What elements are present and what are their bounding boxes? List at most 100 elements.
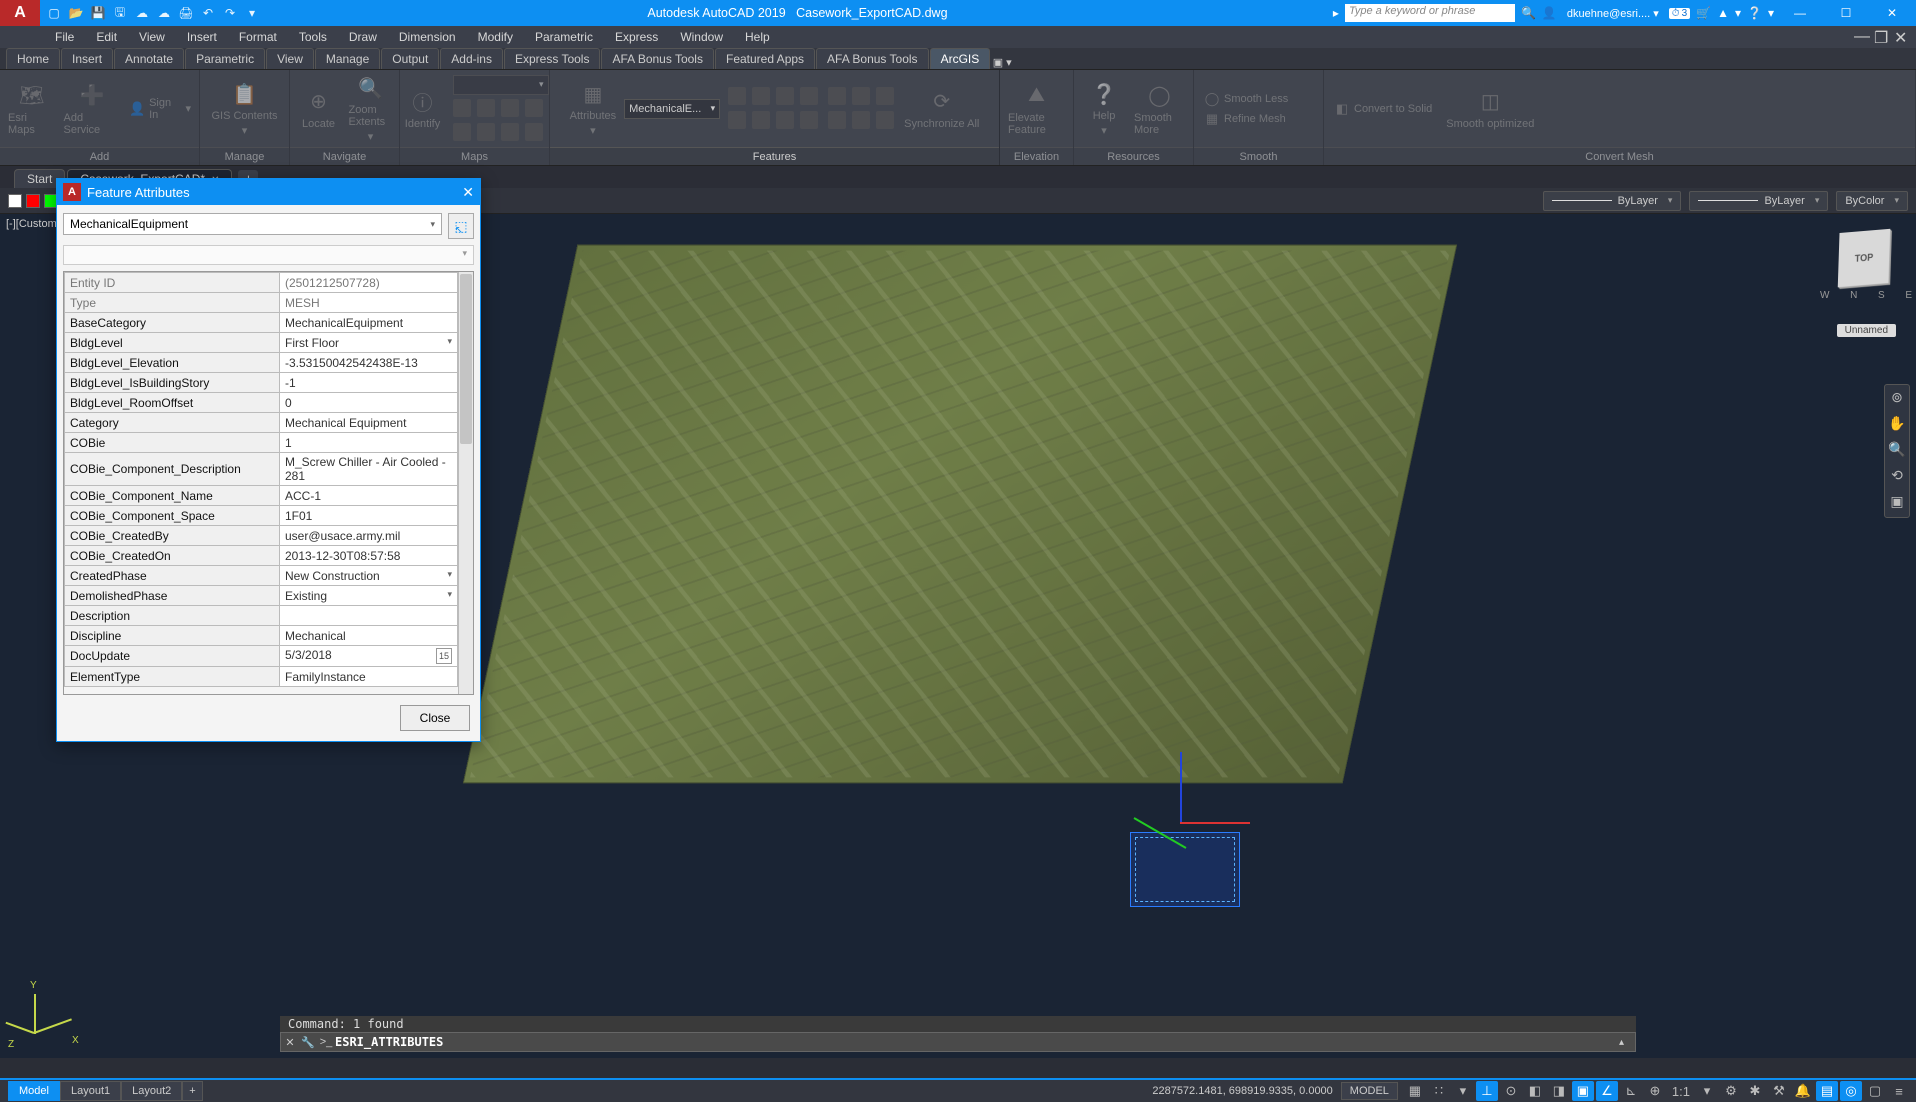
dialog-scrollbar[interactable] bbox=[458, 272, 473, 694]
attr-value[interactable]: 5/3/201815 bbox=[280, 646, 458, 667]
menu-dimension[interactable]: Dimension bbox=[389, 28, 466, 46]
map-tool-icon[interactable] bbox=[453, 123, 471, 141]
search-arrow-icon[interactable]: ▸ bbox=[1333, 6, 1339, 20]
menu-file[interactable]: File bbox=[45, 28, 84, 46]
window-close-button[interactable]: ✕ bbox=[1872, 0, 1912, 26]
attr-value[interactable]: Mechanical bbox=[280, 626, 458, 646]
tab-express[interactable]: Express Tools bbox=[504, 48, 600, 69]
chevron-down-icon[interactable]: ▾ bbox=[447, 569, 452, 580]
menu-express[interactable]: Express bbox=[605, 28, 668, 46]
feature-tool-icon[interactable] bbox=[828, 111, 846, 129]
menu-draw[interactable]: Draw bbox=[339, 28, 387, 46]
feature-layer-combo[interactable]: MechanicalE...▾ bbox=[624, 99, 720, 119]
viewport-label[interactable]: [-][Custom bbox=[6, 218, 57, 230]
dropdown-icon[interactable]: ▾ bbox=[1735, 6, 1741, 20]
command-input[interactable] bbox=[335, 1035, 1619, 1049]
feature-tool-icon[interactable] bbox=[800, 87, 818, 105]
pan-icon[interactable]: ✋ bbox=[1887, 415, 1907, 435]
dialog-titlebar[interactable]: A Feature Attributes ✕ bbox=[57, 179, 480, 205]
attr-value[interactable]: -1 bbox=[280, 373, 458, 393]
feature-tool-icon[interactable] bbox=[776, 111, 794, 129]
search-input[interactable]: Type a keyword or phrase bbox=[1345, 4, 1515, 22]
color-swatch[interactable] bbox=[8, 194, 22, 208]
attr-value[interactable]: -3.53150042542438E-13 bbox=[280, 353, 458, 373]
layout-tab-1[interactable]: Layout1 bbox=[60, 1081, 121, 1101]
tab-output[interactable]: Output bbox=[381, 48, 439, 69]
tab-view[interactable]: View bbox=[266, 48, 314, 69]
identify-button[interactable]: ⓘIdentify bbox=[401, 88, 445, 130]
attr-value[interactable]: 2013-12-30T08:57:58 bbox=[280, 546, 458, 566]
customize-icon[interactable]: ≡ bbox=[1888, 1081, 1910, 1101]
attr-value[interactable]: 1 bbox=[280, 433, 458, 453]
new-icon[interactable]: ▢ bbox=[46, 5, 62, 21]
selected-equipment[interactable] bbox=[1130, 832, 1240, 907]
navigation-bar[interactable]: ⊚ ✋ 🔍 ⟲ ▣ bbox=[1884, 384, 1910, 518]
menu-modify[interactable]: Modify bbox=[468, 28, 523, 46]
attribute-layer-combo[interactable]: MechanicalEquipment▾ bbox=[63, 213, 442, 235]
exchange-icon[interactable]: ▲ bbox=[1717, 6, 1729, 20]
menu-tools[interactable]: Tools bbox=[289, 28, 337, 46]
esri-maps-button[interactable]: 🗺Esri Maps bbox=[8, 82, 55, 136]
redo-icon[interactable]: ↷ bbox=[222, 5, 238, 21]
dialog-close-footer-button[interactable]: Close bbox=[400, 705, 470, 731]
gear-icon[interactable]: ⚙ bbox=[1720, 1081, 1742, 1101]
smooth-less-button[interactable]: ◯Smooth Less bbox=[1204, 91, 1288, 107]
map-tool-icon[interactable] bbox=[525, 99, 543, 117]
map-tool-icon[interactable] bbox=[453, 99, 471, 117]
attribute-grid[interactable]: Entity ID(2501212507728)TypeMESHBaseCate… bbox=[64, 272, 458, 694]
otrack-icon[interactable]: ∠ bbox=[1596, 1081, 1618, 1101]
print-icon[interactable]: 🖨 bbox=[178, 5, 194, 21]
zoom-icon[interactable]: 🔍 bbox=[1887, 441, 1907, 461]
command-line[interactable]: ✕ 🔧 >_ ▴ bbox=[280, 1032, 1636, 1052]
workspace-icon[interactable]: ⚒ bbox=[1768, 1081, 1790, 1101]
ribbon-toggle-button[interactable]: ▣ ▾ bbox=[991, 56, 1013, 69]
help-icon[interactable]: ❔ bbox=[1747, 6, 1762, 20]
isolate-icon[interactable]: ◎ bbox=[1840, 1081, 1862, 1101]
cloud-open-icon[interactable]: ☁ bbox=[134, 5, 150, 21]
feature-tool-icon[interactable] bbox=[852, 87, 870, 105]
feature-tool-icon[interactable] bbox=[752, 111, 770, 129]
help-dropdown-icon[interactable]: ▾ bbox=[1768, 6, 1774, 20]
feature-tool-icon[interactable] bbox=[752, 87, 770, 105]
menu-help[interactable]: Help bbox=[735, 28, 780, 46]
menu-format[interactable]: Format bbox=[229, 28, 287, 46]
maximize-button[interactable]: ☐ bbox=[1826, 0, 1866, 26]
elevate-button[interactable]: ⛰Elevate Feature bbox=[1008, 82, 1065, 136]
add-layout-button[interactable]: + bbox=[182, 1081, 202, 1101]
infer-icon[interactable]: ▾ bbox=[1452, 1081, 1474, 1101]
gis-contents-button[interactable]: 📋GIS Contents ▾ bbox=[211, 80, 277, 137]
tab-insert[interactable]: Insert bbox=[61, 48, 113, 69]
scale-dropdown-icon[interactable]: ▾ bbox=[1696, 1081, 1718, 1101]
monitor-icon[interactable]: 🔔 bbox=[1792, 1081, 1814, 1101]
attribute-filter-combo[interactable]: ▾ bbox=[63, 245, 474, 265]
orbit-icon[interactable]: ⟲ bbox=[1887, 467, 1907, 487]
user-menu[interactable]: dkuehne@esri.... ▾ bbox=[1563, 5, 1663, 22]
tab-afa2[interactable]: AFA Bonus Tools bbox=[816, 48, 929, 69]
cmd-customize-icon[interactable]: 🔧 bbox=[299, 1036, 317, 1049]
account-icon[interactable]: 👤 bbox=[1542, 6, 1557, 20]
feature-tool-icon[interactable] bbox=[800, 111, 818, 129]
ducs-icon[interactable]: ⊾ bbox=[1620, 1081, 1642, 1101]
feature-tool-icon[interactable] bbox=[852, 111, 870, 129]
doc-minimize-icon[interactable]: — bbox=[1854, 28, 1870, 44]
tab-parametric[interactable]: Parametric bbox=[185, 48, 265, 69]
doc-restore-icon[interactable]: ❐ bbox=[1874, 28, 1890, 44]
tab-manage[interactable]: Manage bbox=[315, 48, 380, 69]
feature-tool-icon[interactable] bbox=[728, 111, 746, 129]
tab-addins[interactable]: Add-ins bbox=[440, 48, 503, 69]
scale-label[interactable]: 1:1 bbox=[1668, 1081, 1694, 1101]
attr-value[interactable]: First Floor▾ bbox=[280, 333, 458, 353]
osnap-icon[interactable]: ◨ bbox=[1548, 1081, 1570, 1101]
calendar-icon[interactable]: 15 bbox=[436, 648, 452, 664]
attr-value[interactable]: New Construction▾ bbox=[280, 566, 458, 586]
feature-tool-icon[interactable] bbox=[876, 111, 894, 129]
synchronize-button[interactable]: ⟳Synchronize All bbox=[904, 88, 979, 130]
refine-mesh-button[interactable]: ▦Refine Mesh bbox=[1204, 111, 1286, 127]
help-button[interactable]: ❔Help ▾ bbox=[1082, 80, 1126, 137]
layout-tab-2[interactable]: Layout2 bbox=[121, 1081, 182, 1101]
chevron-down-icon[interactable]: ▾ bbox=[447, 589, 452, 600]
tab-arcgis[interactable]: ArcGIS bbox=[930, 48, 991, 69]
search-icon[interactable]: 🔍 bbox=[1521, 6, 1536, 20]
menu-edit[interactable]: Edit bbox=[86, 28, 127, 46]
feature-tool-icon[interactable] bbox=[828, 87, 846, 105]
